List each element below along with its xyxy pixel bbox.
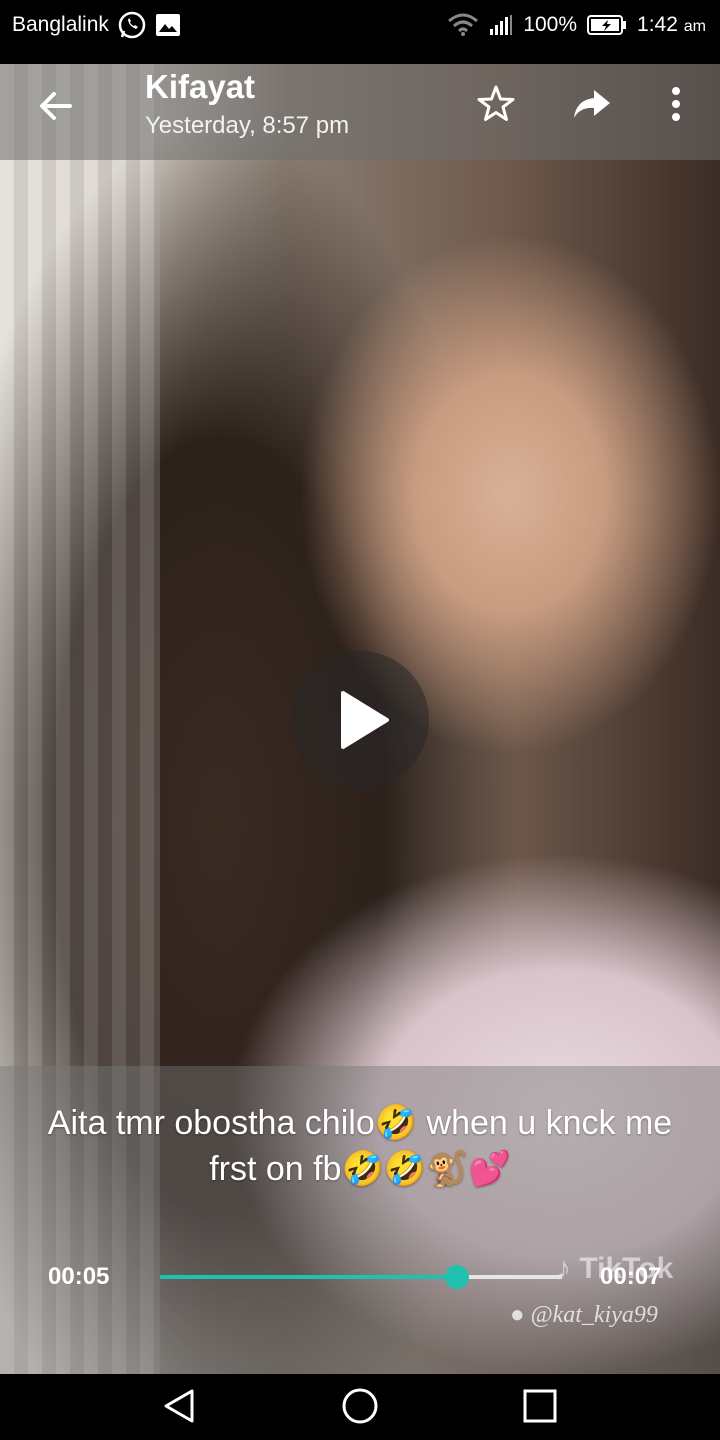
gallery-icon bbox=[155, 13, 181, 37]
seek-bar[interactable] bbox=[160, 1265, 562, 1289]
tiktok-username: ● @kat_kiya99 bbox=[510, 1302, 658, 1328]
message-timestamp: Yesterday, 8:57 pm bbox=[145, 112, 350, 139]
carrier-label: Banglalink bbox=[12, 13, 109, 36]
back-arrow-icon[interactable] bbox=[36, 86, 76, 126]
clock: 1:42 am bbox=[637, 13, 706, 36]
seek-progress bbox=[160, 1275, 458, 1279]
media-caption: Aita tmr obostha chilo🤣 when u knck me f… bbox=[47, 1104, 673, 1188]
elapsed-time: 00:05 bbox=[48, 1263, 110, 1290]
signal-icon bbox=[489, 14, 513, 36]
contact-name: Kifayat bbox=[145, 68, 256, 105]
battery-percent: 100% bbox=[523, 13, 578, 36]
user-icon: ● bbox=[510, 1302, 525, 1328]
play-icon bbox=[341, 691, 389, 749]
recents-square-icon[interactable] bbox=[512, 1378, 568, 1434]
more-vert-icon[interactable] bbox=[656, 82, 700, 126]
wifi-icon bbox=[447, 13, 479, 37]
status-bar: Banglalink 100% 1:42 am bbox=[0, 0, 720, 50]
play-button[interactable] bbox=[291, 651, 429, 789]
whatsapp-icon bbox=[117, 10, 147, 40]
duration-time: 00:07 bbox=[600, 1263, 662, 1290]
forward-icon[interactable] bbox=[570, 82, 614, 126]
home-circle-icon[interactable] bbox=[332, 1378, 388, 1434]
back-triangle-icon[interactable] bbox=[152, 1378, 208, 1434]
star-icon[interactable] bbox=[474, 82, 518, 126]
battery-icon bbox=[587, 14, 627, 36]
